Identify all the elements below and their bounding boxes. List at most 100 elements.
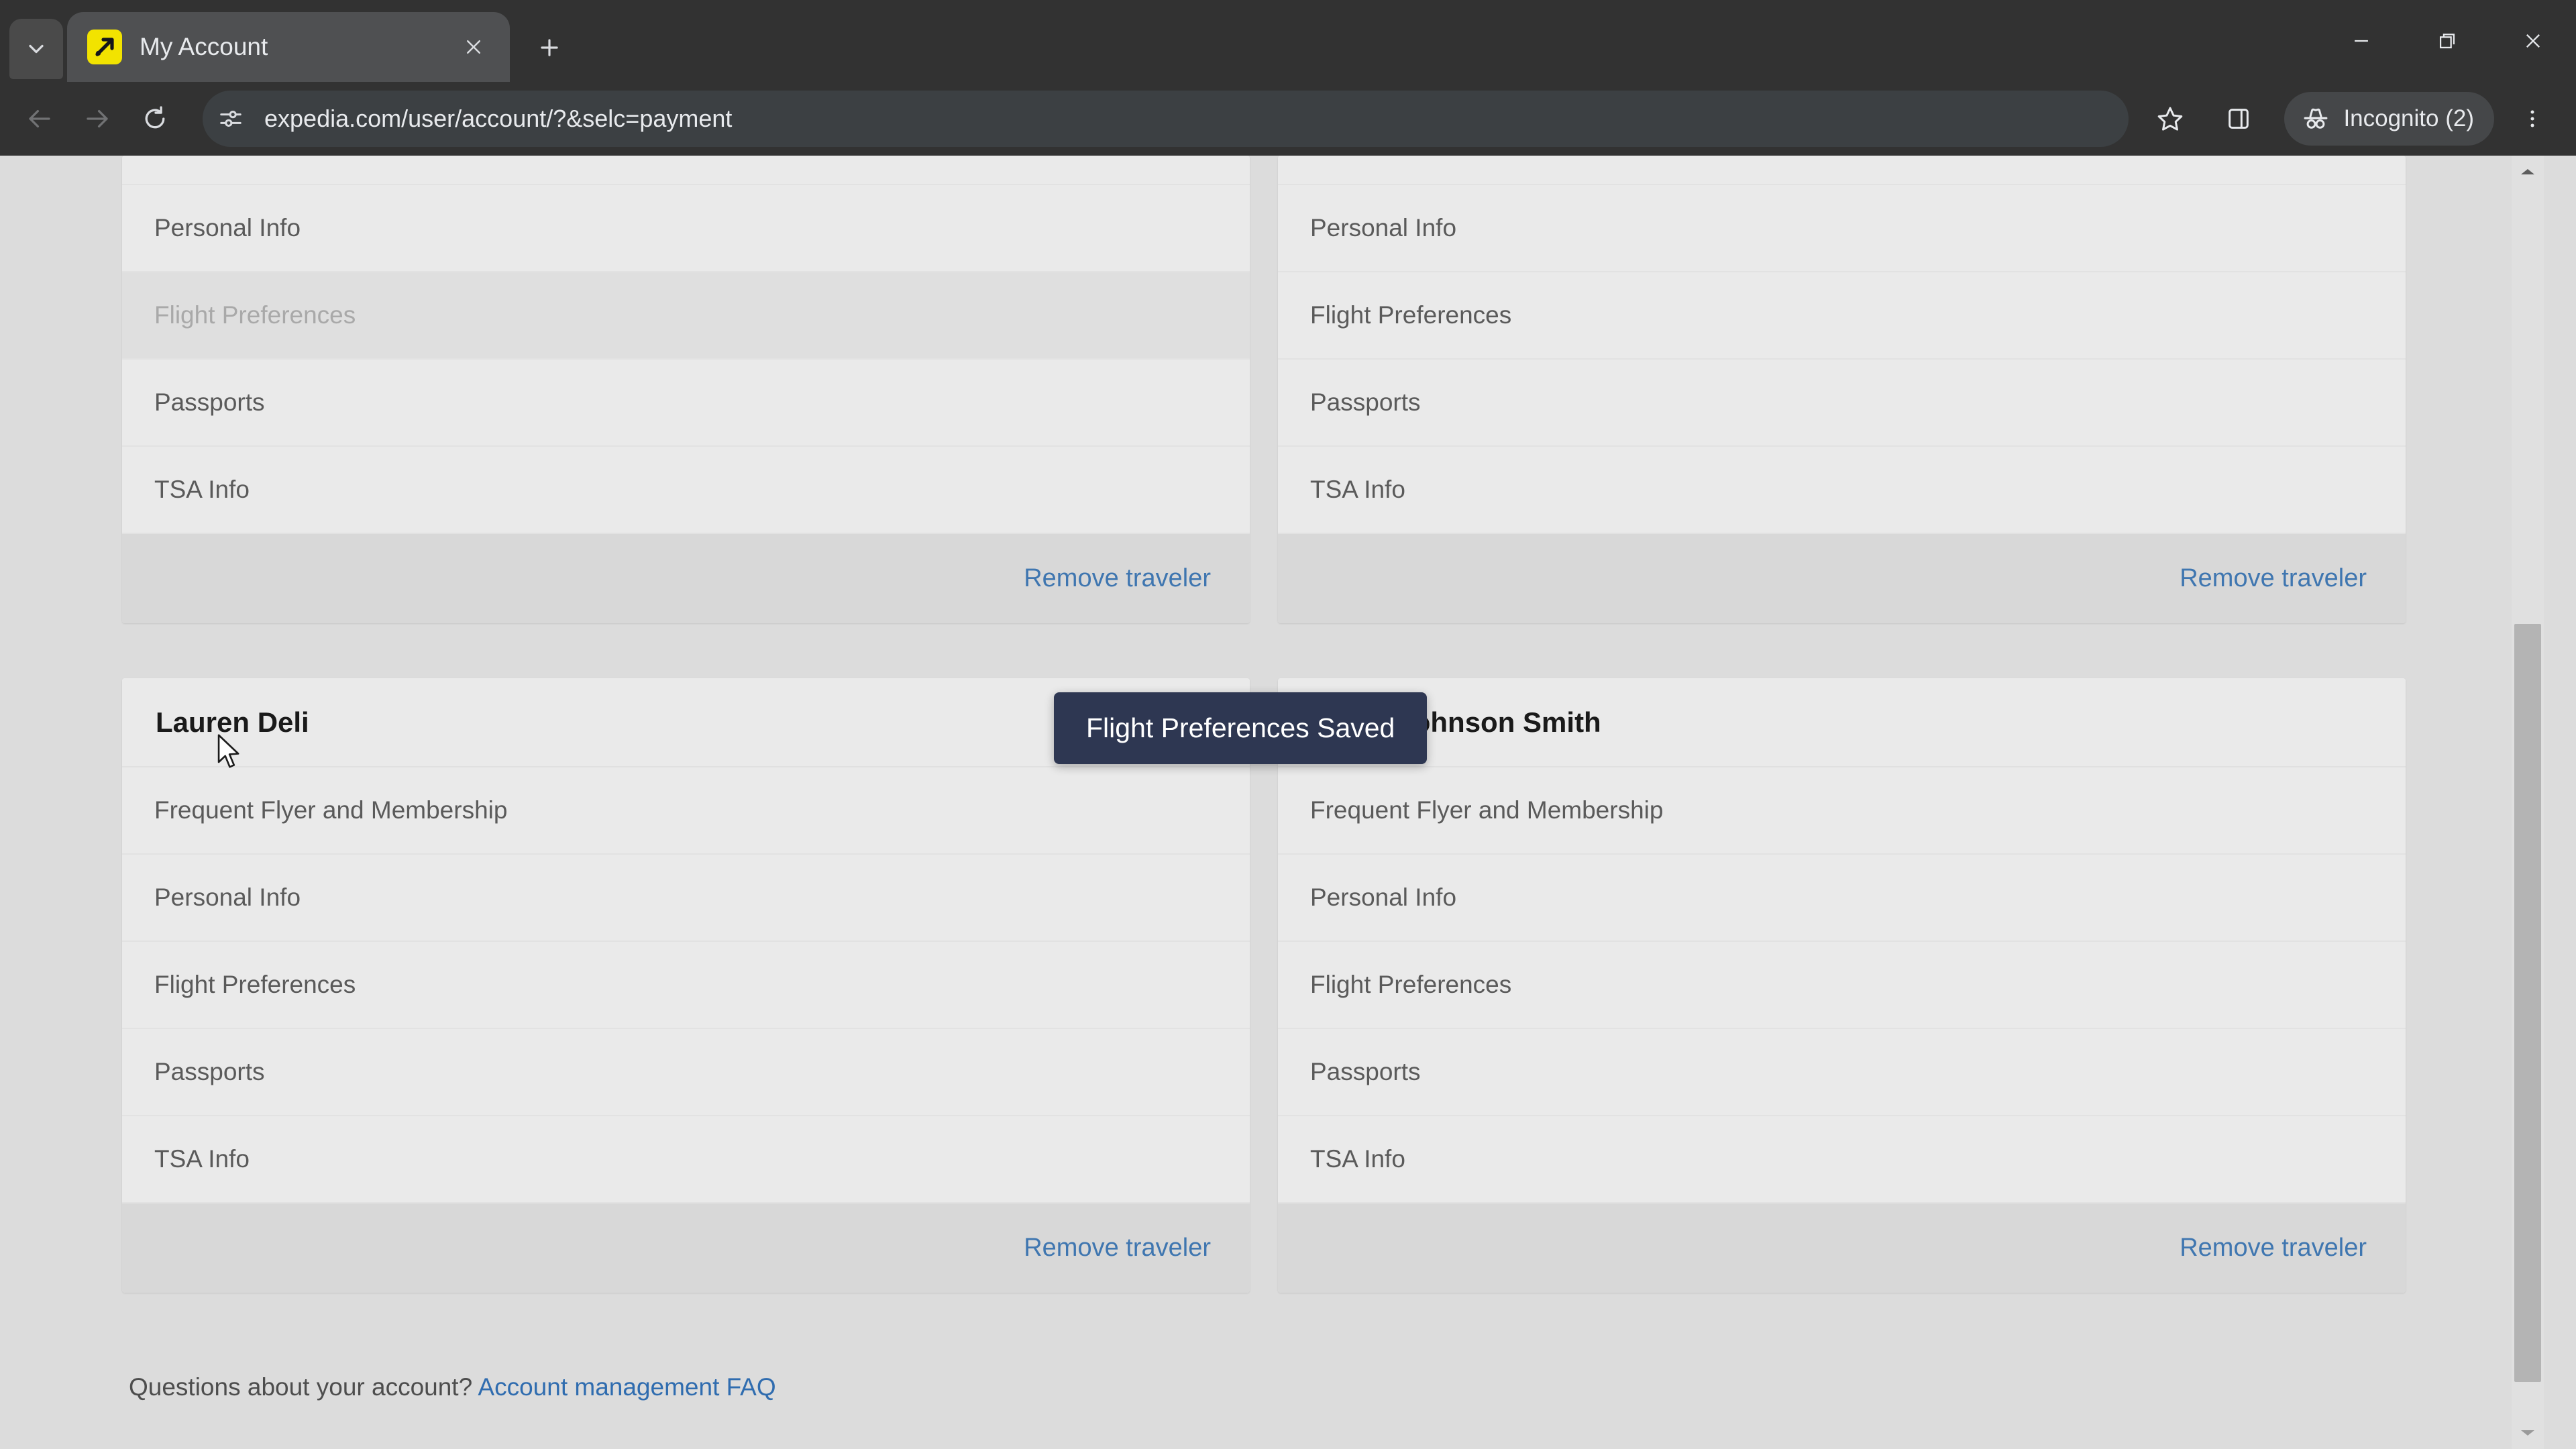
card-footer: Remove traveler	[122, 534, 1250, 623]
browser-window: My Account expedia.com/user/account/?&se…	[0, 0, 2576, 1449]
card-section-label: Flight Preferences	[1310, 971, 1512, 998]
incognito-icon	[2304, 108, 2328, 129]
card-footer: Remove traveler	[1278, 1203, 2406, 1293]
reload-icon	[145, 106, 165, 129]
address-bar[interactable]: expedia.com/user/account/?&selc=payment	[203, 91, 2129, 147]
chevron-down-icon	[2521, 1430, 2534, 1436]
arrow-right-icon	[87, 109, 108, 128]
card-section-partial-top[interactable]	[122, 156, 1250, 185]
tab-close-button[interactable]	[455, 28, 492, 66]
reload-button[interactable]	[126, 90, 184, 148]
card-section-flight-preferences[interactable]: Flight Preferences	[1278, 272, 2406, 360]
incognito-label: Incognito (2)	[2343, 105, 2474, 131]
browser-toolbar: expedia.com/user/account/?&selc=payment …	[0, 82, 2576, 156]
card-section-label: Passports	[1310, 1058, 1421, 1085]
three-dot-menu-icon	[2530, 110, 2534, 127]
traveler-name: Lauren Deli	[156, 706, 309, 738]
card-section-personal-info[interactable]: Personal Info	[1278, 855, 2406, 942]
traveler-cards-container: Personal Info Flight Preferences Passpor…	[122, 156, 2406, 1401]
card-section-passports[interactable]: Passports	[122, 360, 1250, 447]
incognito-indicator[interactable]: Incognito (2)	[2284, 92, 2494, 146]
card-section-flight-preferences[interactable]: Flight Preferences	[1278, 942, 2406, 1029]
card-footer: Remove traveler	[1278, 534, 2406, 623]
back-button[interactable]	[11, 90, 68, 148]
card-section-frequent-flyer[interactable]: Frequent Flyer and Membership	[1278, 767, 2406, 855]
scroll-down-button[interactable]	[2512, 1417, 2544, 1449]
card-section-label: Frequent Flyer and Membership	[1310, 796, 1664, 824]
card-section-label: Personal Info	[154, 214, 301, 241]
remove-traveler-link[interactable]: Remove traveler	[1024, 564, 1211, 593]
expedia-account-page: Personal Info Flight Preferences Passpor…	[0, 156, 2544, 1449]
card-section-label: Passports	[154, 1058, 265, 1085]
expedia-favicon-icon	[87, 30, 122, 64]
site-settings-icon[interactable]	[209, 97, 252, 140]
account-management-faq-link[interactable]: Account management FAQ	[478, 1373, 775, 1401]
tab-strip: My Account	[0, 0, 2576, 82]
window-restore-button[interactable]	[2404, 0, 2490, 82]
card-section-tsa-info[interactable]: TSA Info	[1278, 1116, 2406, 1203]
card-section-label: Frequent Flyer and Membership	[154, 796, 508, 824]
side-panel-icon	[2229, 109, 2249, 129]
card-section-label: Flight Preferences	[154, 971, 356, 998]
scrollbar-thumb[interactable]	[2514, 624, 2541, 1382]
minimize-icon	[2355, 40, 2368, 42]
account-faq-footer: Questions about your account? Account ma…	[122, 1373, 2406, 1401]
card-section-label: Passports	[1310, 388, 1421, 416]
vertical-scrollbar[interactable]	[2512, 156, 2544, 1449]
restore-icon	[2439, 34, 2455, 49]
bookmark-button[interactable]	[2142, 91, 2198, 147]
card-section-tsa-info[interactable]: TSA Info	[1278, 447, 2406, 534]
traveler-card: Personal Info Flight Preferences Passpor…	[1278, 156, 2406, 623]
card-footer: Remove traveler	[122, 1203, 1250, 1293]
window-controls	[2318, 0, 2576, 82]
window-close-button[interactable]	[2490, 0, 2576, 82]
url-text: expedia.com/user/account/?&selc=payment	[264, 105, 733, 132]
tab-search-button[interactable]	[9, 19, 63, 79]
card-section-tsa-info[interactable]: TSA Info	[122, 1116, 1250, 1203]
new-tab-button[interactable]	[525, 23, 574, 72]
chevron-down-icon	[29, 44, 44, 54]
card-section-flight-preferences[interactable]: Flight Preferences	[122, 272, 1250, 360]
toast-message: Flight Preferences Saved	[1086, 712, 1395, 743]
footer-question-text: Questions about your account?	[129, 1373, 478, 1401]
card-section-label: Passports	[154, 388, 265, 416]
side-panel-button[interactable]	[2210, 91, 2267, 147]
remove-traveler-link[interactable]: Remove traveler	[2180, 564, 2367, 593]
card-section-label: TSA Info	[1310, 1145, 1405, 1173]
toast-notification: Flight Preferences Saved	[1054, 692, 1428, 764]
tab-title: My Account	[140, 33, 268, 60]
card-section-label: TSA Info	[154, 1145, 250, 1173]
card-section-flight-preferences[interactable]: Flight Preferences	[122, 942, 1250, 1029]
card-section-label: Flight Preferences	[154, 301, 356, 329]
traveler-card-lauren-deli: Lauren Deli Frequent Flyer and Membershi…	[122, 678, 1250, 1293]
card-section-tsa-info[interactable]: TSA Info	[122, 447, 1250, 534]
arrow-left-icon	[29, 109, 50, 128]
star-icon	[2158, 107, 2183, 131]
chevron-up-icon	[2521, 169, 2534, 174]
card-section-personal-info[interactable]: Personal Info	[122, 185, 1250, 272]
card-section-frequent-flyer[interactable]: Frequent Flyer and Membership	[122, 767, 1250, 855]
traveler-card: Personal Info Flight Preferences Passpor…	[122, 156, 1250, 623]
tab-my-account[interactable]: My Account	[67, 12, 510, 82]
card-section-personal-info[interactable]: Personal Info	[1278, 185, 2406, 272]
scroll-up-button[interactable]	[2512, 156, 2544, 188]
card-header: Veron Johnson Smith	[1278, 678, 2406, 767]
card-section-passports[interactable]: Passports	[122, 1029, 1250, 1116]
card-section-label: TSA Info	[1310, 476, 1405, 503]
card-section-label: Personal Info	[1310, 214, 1457, 241]
forward-button[interactable]	[68, 90, 126, 148]
card-section-partial-top[interactable]	[1278, 156, 2406, 185]
card-section-personal-info[interactable]: Personal Info	[122, 855, 1250, 942]
card-section-passports[interactable]: Passports	[1278, 360, 2406, 447]
card-section-passports[interactable]: Passports	[1278, 1029, 2406, 1116]
card-row-top: Personal Info Flight Preferences Passpor…	[122, 156, 2406, 623]
window-minimize-button[interactable]	[2318, 0, 2404, 82]
plus-icon	[541, 39, 558, 56]
card-section-label: TSA Info	[154, 476, 250, 503]
remove-traveler-link[interactable]: Remove traveler	[1024, 1234, 1211, 1263]
chrome-menu-button[interactable]	[2508, 91, 2557, 147]
card-section-label: Personal Info	[1310, 883, 1457, 911]
close-icon	[2526, 34, 2540, 48]
remove-traveler-link[interactable]: Remove traveler	[2180, 1234, 2367, 1263]
card-section-label: Personal Info	[154, 883, 301, 911]
